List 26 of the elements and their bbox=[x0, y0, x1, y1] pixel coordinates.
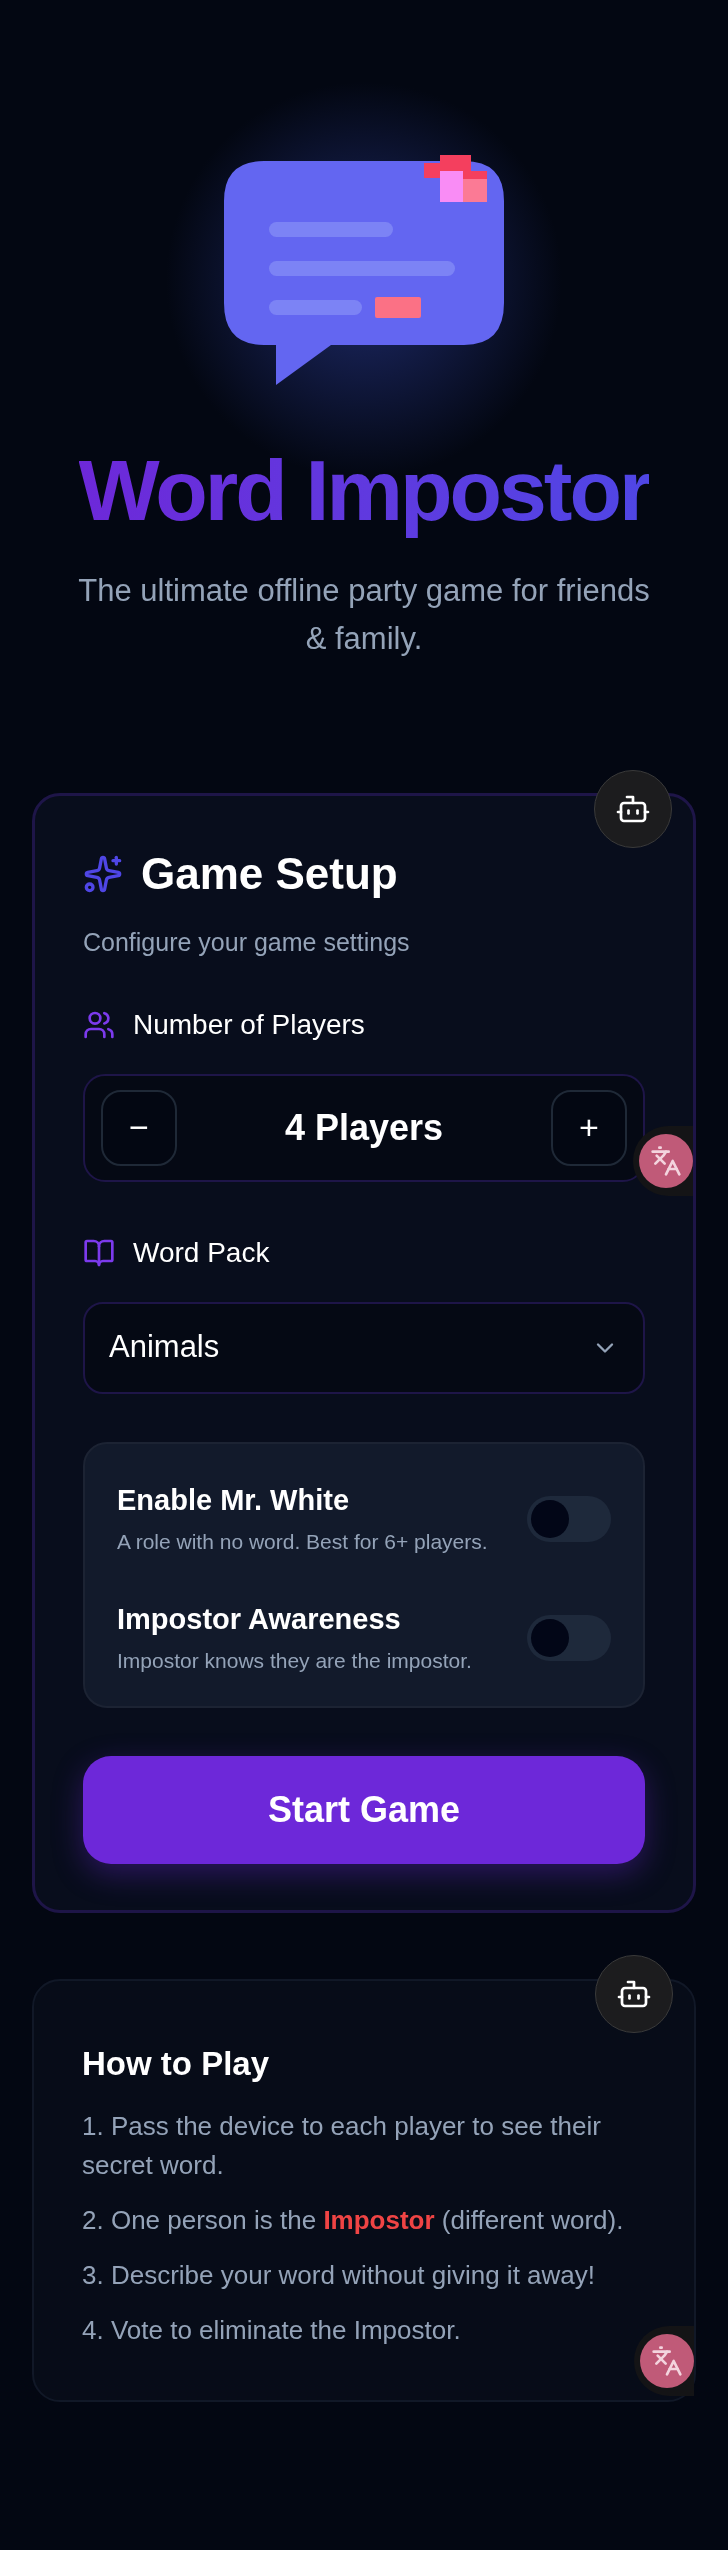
players-label: Number of Players bbox=[133, 1007, 365, 1042]
start-game-button[interactable]: Start Game bbox=[83, 1756, 645, 1864]
decrease-button[interactable]: − bbox=[101, 1089, 177, 1166]
option-description: Impostor knows they are the impostor. bbox=[117, 1648, 473, 1674]
toggle-switch[interactable] bbox=[526, 1615, 611, 1662]
instruction-step: 3. Describe your word without giving it away! bbox=[82, 2255, 642, 2295]
translate-icon bbox=[651, 2345, 683, 2377]
section-title: How to Play bbox=[82, 2044, 271, 2084]
instruction-step: 1. Pass the device to each player to see their secret word. bbox=[82, 2106, 642, 2185]
card-title: Game Setup bbox=[141, 852, 398, 896]
option-title: Impostor Awareness bbox=[117, 1601, 402, 1637]
instruction-step: 4. Vote to eliminate the Impostor. bbox=[82, 2310, 642, 2350]
toggle-switch[interactable] bbox=[526, 1496, 611, 1543]
word-pack-select[interactable]: Animals bbox=[83, 1301, 645, 1394]
translate-tab[interactable] bbox=[633, 1126, 693, 1196]
translate-tab[interactable] bbox=[634, 2326, 694, 2396]
option-title: Enable Mr. White bbox=[117, 1482, 351, 1518]
sparkles-icon bbox=[83, 854, 123, 894]
app-tagline: The ultimate offline party game for friends & family. bbox=[77, 572, 651, 658]
instruction-step: 2. One person is the Impostor (different word). bbox=[82, 2200, 642, 2240]
increase-button[interactable]: + bbox=[551, 1089, 627, 1166]
word-pack-label: Word Pack bbox=[133, 1235, 270, 1270]
player-count: 4 Players bbox=[284, 1105, 444, 1150]
option-description: A role with no word. Best for 6+ players. bbox=[117, 1528, 489, 1555]
card-subtitle: Configure your game settings bbox=[83, 927, 411, 958]
translate-icon bbox=[650, 1145, 682, 1177]
